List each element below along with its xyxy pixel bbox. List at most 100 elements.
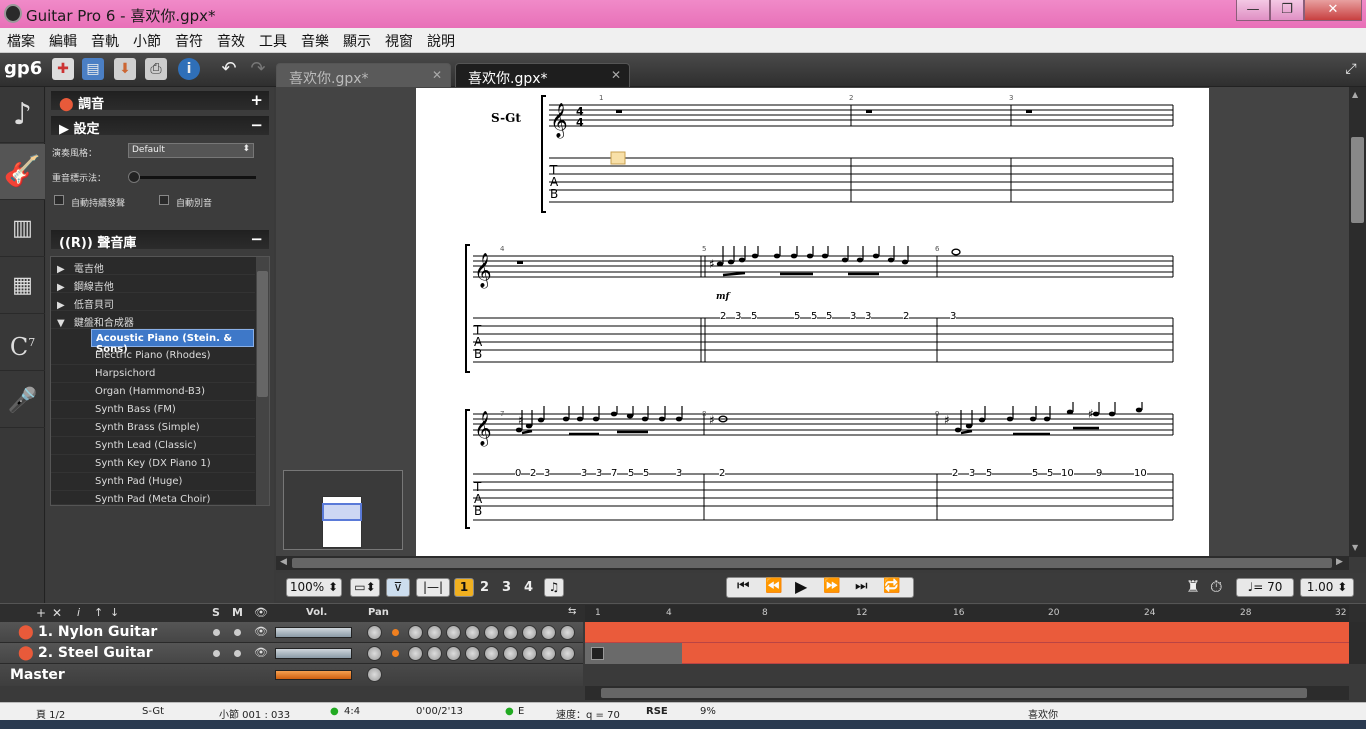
close-button[interactable]: ✕ xyxy=(1304,0,1362,21)
sound-item[interactable]: Electric Piano (Rhodes) xyxy=(51,347,255,365)
close-tab-icon[interactable]: ✕ xyxy=(611,68,621,82)
menu-track[interactable]: 音軌 xyxy=(84,28,126,53)
zoom-select[interactable]: 100% ⬍ xyxy=(286,578,342,597)
effect-knob[interactable] xyxy=(465,646,480,661)
effect-knob[interactable] xyxy=(541,646,556,661)
category-keyboard-synth[interactable]: ▼ 鍵盤和合成器 xyxy=(51,311,255,329)
menu-note[interactable]: 音符 xyxy=(168,28,210,53)
sound-item[interactable]: Synth Bass (FM) xyxy=(51,401,255,419)
solo-toggle[interactable] xyxy=(213,650,220,657)
note-view-icon[interactable]: ♪ xyxy=(0,87,45,143)
sound-item-selected[interactable]: Acoustic Piano (Stein. & Sons) xyxy=(91,329,254,355)
effect-knob[interactable] xyxy=(408,646,423,661)
visibility-eye-icon[interactable]: 👁 xyxy=(254,646,268,659)
tab-document-1[interactable]: 喜欢你.gpx* ✕ xyxy=(276,63,451,87)
volume-slider[interactable] xyxy=(275,648,352,659)
scroll-down-icon[interactable]: ▼ xyxy=(1352,543,1358,552)
effect-knob[interactable] xyxy=(541,625,556,640)
track-timeline-nylon[interactable] xyxy=(585,622,1349,643)
effect-knob[interactable] xyxy=(484,625,499,640)
scrollbar-thumb[interactable] xyxy=(601,688,1307,698)
print-icon[interactable]: ⎙ xyxy=(145,58,167,80)
go-to-start-icon[interactable]: ⏮ xyxy=(737,578,750,595)
effect-knob[interactable] xyxy=(408,625,423,640)
automation-dot[interactable] xyxy=(392,629,399,636)
chord-icon[interactable]: C7 xyxy=(0,315,45,371)
sound-item[interactable]: Synth Pad (Meta Choir) xyxy=(51,491,255,505)
move-up-icon[interactable]: ↑ xyxy=(94,606,103,619)
play-icon[interactable]: ▶ xyxy=(795,578,807,595)
fullscreen-icon[interactable]: ⤢ xyxy=(1340,58,1362,80)
open-file-icon[interactable]: ▤ xyxy=(82,58,104,80)
countdown-icon[interactable]: ⏱ xyxy=(1210,577,1222,597)
amp-effects-icon[interactable]: ▥ xyxy=(0,201,45,257)
minimize-button[interactable]: — xyxy=(1236,0,1270,21)
bar-view-icon[interactable]: |—| xyxy=(416,578,450,597)
master-pan-knob[interactable] xyxy=(367,667,382,682)
effect-knob[interactable] xyxy=(427,625,442,640)
track-row-nylon[interactable]: ⬤ 1. Nylon Guitar 👁 xyxy=(0,622,583,643)
effect-knob[interactable] xyxy=(560,625,575,640)
score-page[interactable]: 𝄞 𝄞 𝄞 44 TAB TAB TAB ♯ ♯ ♯ ♯ ♯ S-Gt mf 1 2 3… xyxy=(416,88,1209,556)
collapse-icon[interactable]: − xyxy=(250,230,263,248)
microphone-icon[interactable]: 🎤 xyxy=(0,372,45,428)
category-bass[interactable]: ▶ 低音貝司 xyxy=(51,293,255,311)
new-file-icon[interactable]: ✚ xyxy=(52,58,74,80)
auto-sustain-checkbox[interactable] xyxy=(54,195,64,205)
effect-knob[interactable] xyxy=(503,646,518,661)
menu-music[interactable]: 音樂 xyxy=(294,28,336,53)
sound-item[interactable]: Synth Key (DX Piano 1) xyxy=(51,455,255,473)
effect-knob[interactable] xyxy=(503,625,518,640)
move-down-icon[interactable]: ↓ xyxy=(110,606,119,619)
sound-item[interactable]: Harpsichord xyxy=(51,365,255,383)
effect-knob[interactable] xyxy=(427,646,442,661)
tempo-box[interactable]: ♩= 70 xyxy=(1236,578,1294,597)
score-horizontal-scrollbar[interactable]: ◀ ▶ xyxy=(276,556,1349,570)
speed-select[interactable]: 1.00 ⬍ xyxy=(1300,578,1354,597)
remove-track-icon[interactable]: ✕ xyxy=(52,606,62,620)
scroll-up-icon[interactable]: ▲ xyxy=(1352,90,1358,99)
menu-edit[interactable]: 編輯 xyxy=(42,28,84,53)
bar-cursor[interactable] xyxy=(591,647,604,660)
close-tab-icon[interactable]: ✕ xyxy=(432,68,442,82)
menu-view[interactable]: 顯示 xyxy=(336,28,378,53)
volume-slider[interactable] xyxy=(275,627,352,638)
accent-slider-handle[interactable] xyxy=(128,171,140,183)
metronome-icon[interactable]: ♜ xyxy=(1186,577,1200,596)
sound-item[interactable]: Synth Brass (Simple) xyxy=(51,419,255,437)
layout-select[interactable]: ▭⬍ xyxy=(350,578,380,597)
automation-icon[interactable]: ⇆ xyxy=(568,606,576,617)
solo-toggle[interactable] xyxy=(213,629,220,636)
menu-help[interactable]: 說明 xyxy=(420,28,462,53)
scroll-left-icon[interactable]: ◀ xyxy=(280,557,287,567)
track-vertical-scrollbar[interactable] xyxy=(1349,622,1366,664)
voice-3-button[interactable]: 3 xyxy=(502,580,511,595)
add-track-icon[interactable]: + xyxy=(36,606,46,620)
menu-effects[interactable]: 音效 xyxy=(210,28,252,53)
scrollbar-thumb[interactable] xyxy=(1351,137,1364,223)
sound-item[interactable]: Synth Pad (Huge) xyxy=(51,473,255,491)
accent-slider-track[interactable] xyxy=(128,176,256,179)
sound-item[interactable]: Synth Lead (Classic) xyxy=(51,437,255,455)
collapse-icon[interactable]: − xyxy=(250,116,263,134)
effect-knob[interactable] xyxy=(560,646,575,661)
page-miniview[interactable] xyxy=(283,470,403,550)
category-electric-guitar[interactable]: ▶ 電吉他 xyxy=(51,257,255,275)
voices-all-icon[interactable]: ♫ xyxy=(544,578,564,597)
visibility-eye-icon[interactable]: 👁 xyxy=(254,625,268,638)
effect-knob[interactable] xyxy=(465,625,480,640)
loop-icon[interactable]: 🔁 xyxy=(883,578,900,595)
effect-knob[interactable] xyxy=(446,646,461,661)
voice-1-button[interactable]: 1 xyxy=(454,578,474,597)
go-to-end-icon[interactable]: ⏭ xyxy=(855,578,868,595)
menu-bar-item[interactable]: 小節 xyxy=(126,28,168,53)
tab-document-2[interactable]: 喜欢你.gpx* ✕ xyxy=(455,63,630,87)
master-volume-slider[interactable] xyxy=(275,670,352,680)
style-select[interactable]: Default ⬍ xyxy=(128,143,254,158)
save-file-icon[interactable]: ⬇ xyxy=(114,58,136,80)
score-vertical-scrollbar[interactable]: ▲ ▼ xyxy=(1349,87,1366,557)
track-name[interactable]: 2. Steel Guitar xyxy=(38,645,153,661)
scroll-right-icon[interactable]: ▶ xyxy=(1336,557,1343,567)
redo-icon[interactable]: ↷ xyxy=(247,58,269,80)
track-empty-bars[interactable] xyxy=(585,643,682,664)
